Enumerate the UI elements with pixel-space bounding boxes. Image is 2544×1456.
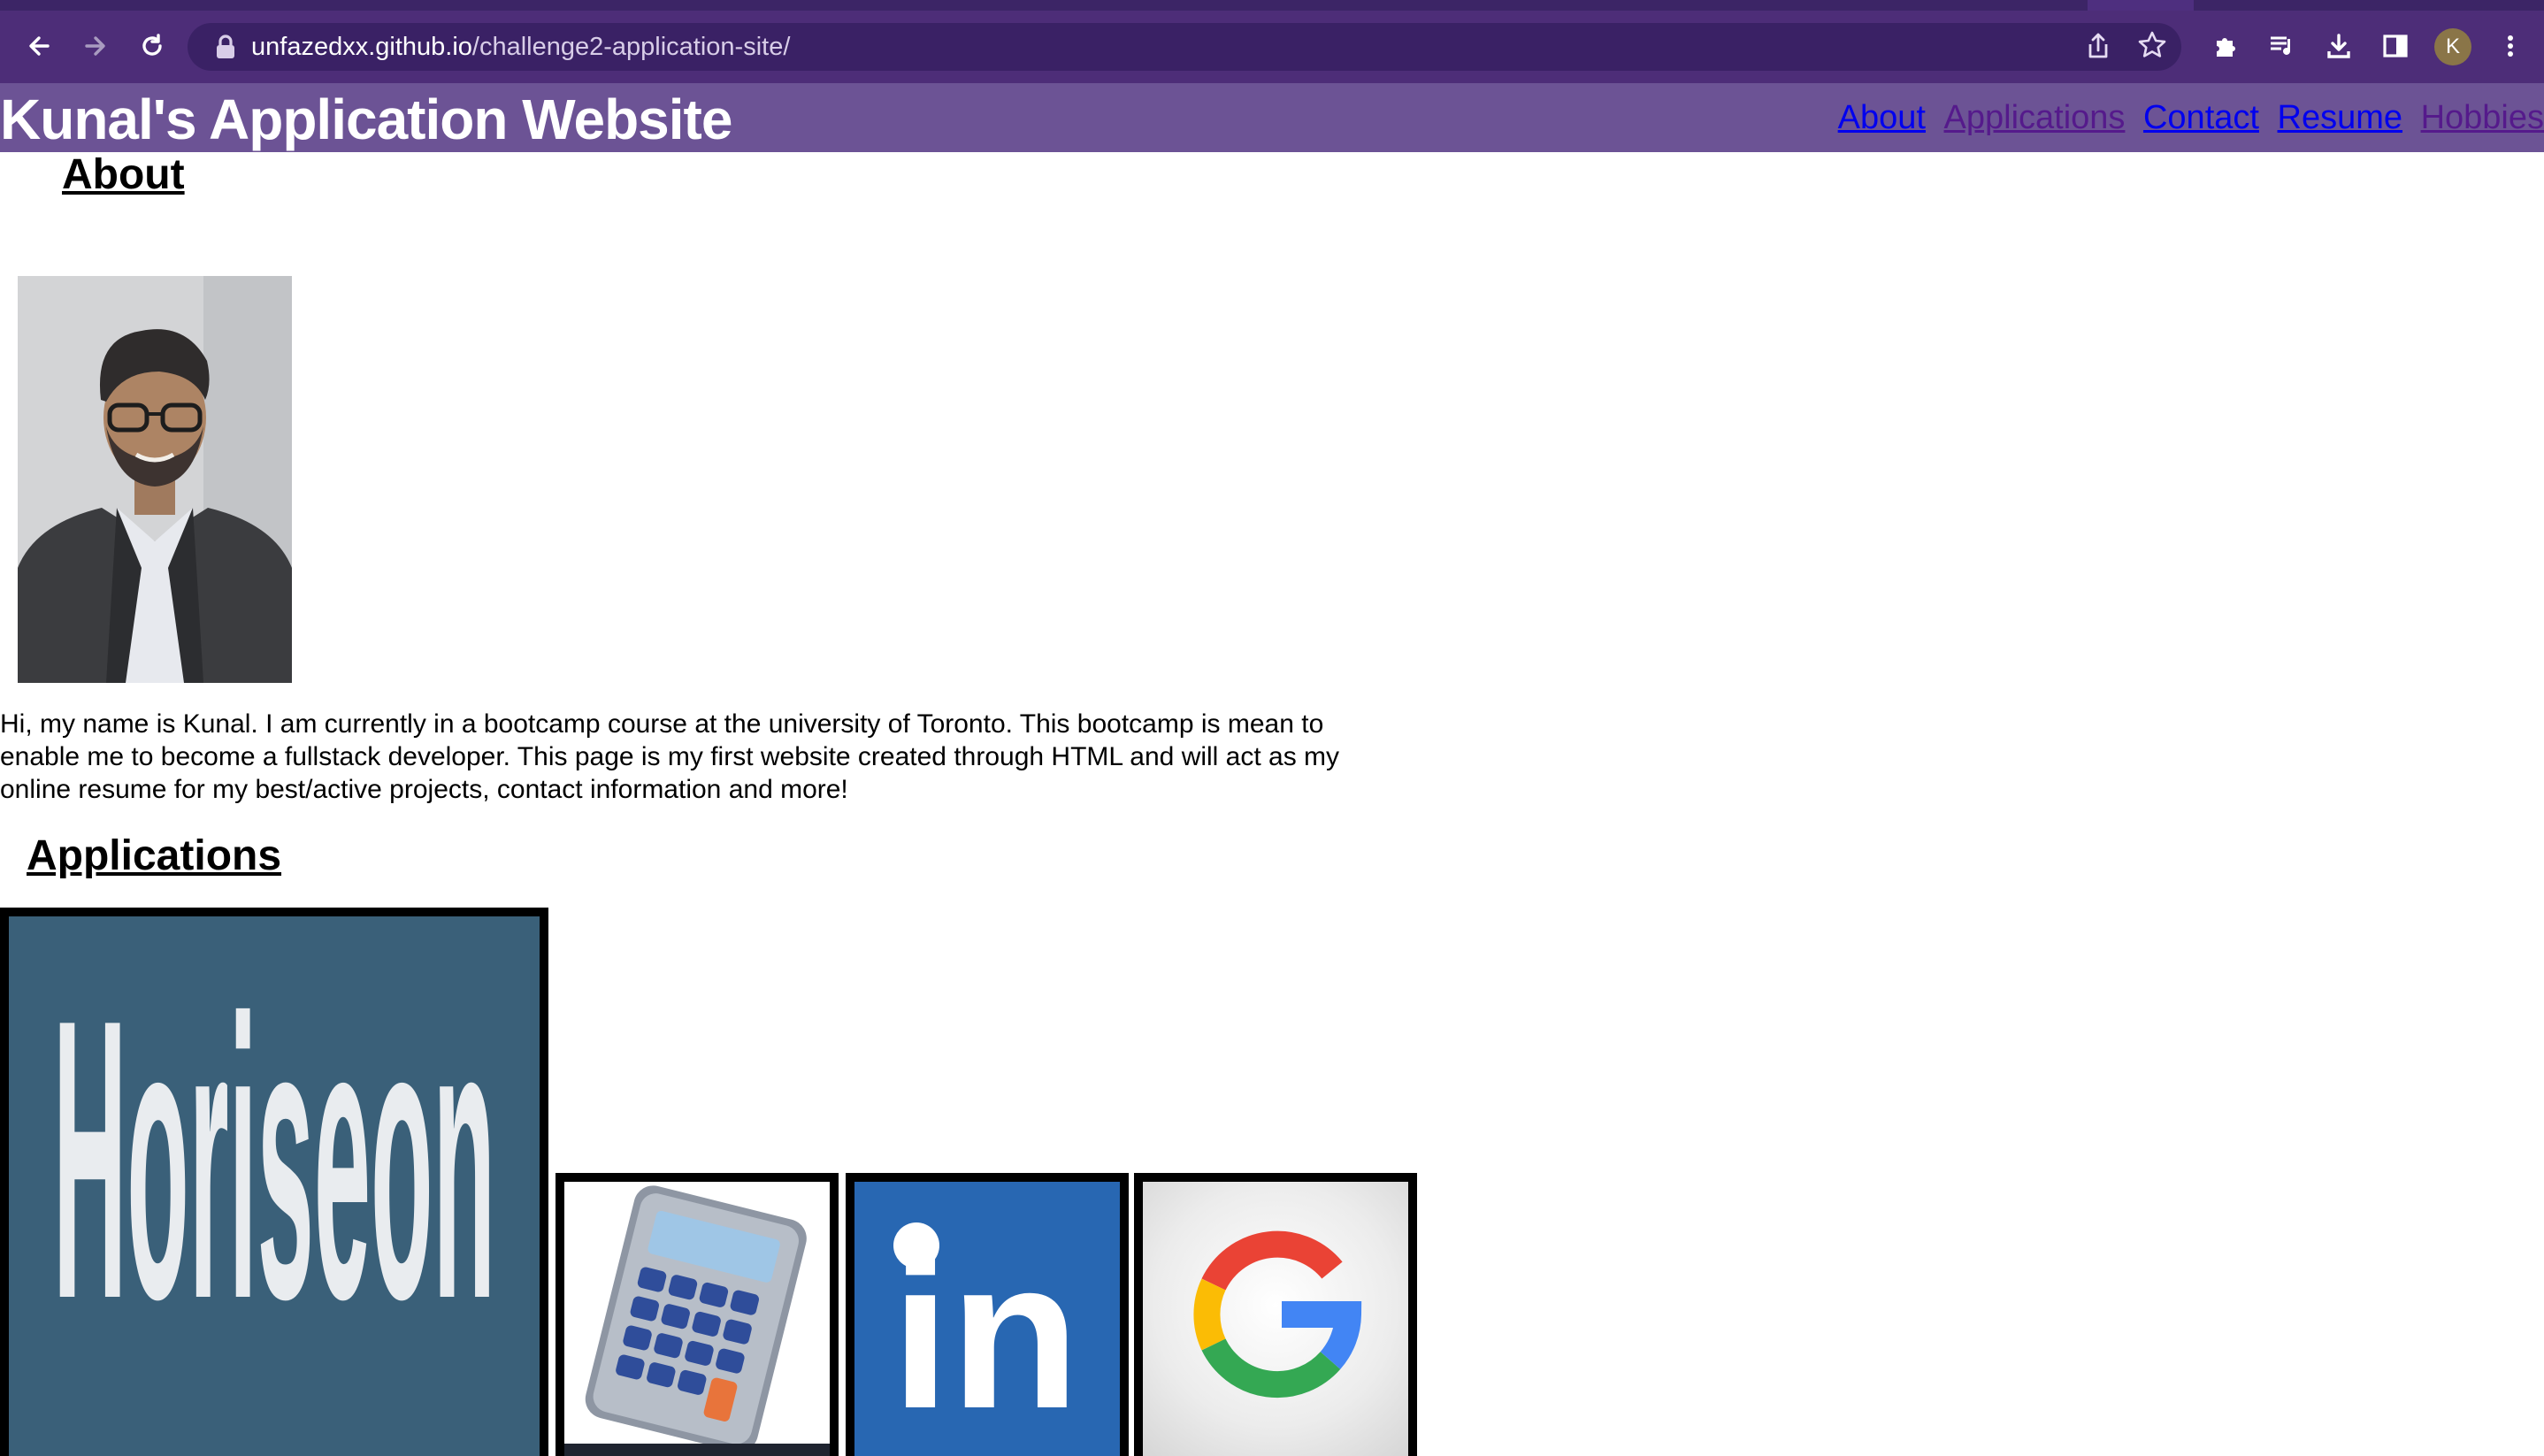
download-icon[interactable] [2319,32,2358,65]
star-icon[interactable] [2137,30,2167,68]
nav-link-applications[interactable]: Applications [1944,99,2126,136]
extensions-icon[interactable] [2206,32,2245,65]
nav-link-contact[interactable]: Contact [2143,99,2259,136]
horiseon-logo: Horiseon [53,938,495,1382]
about-heading: About [62,151,185,198]
site-nav: About Applications Contact Resume Hobbie… [1829,99,2544,137]
google-g-logo [1193,1230,1362,1399]
profile-photo [18,276,292,683]
app-card-google[interactable] [1134,1173,1417,1456]
app-card-linkedin[interactable]: in [846,1173,1129,1456]
applications-heading: Applications [27,832,282,879]
media-queue-icon[interactable] [2263,32,2302,65]
calculator-icon [564,1185,830,1456]
profile-avatar[interactable]: K [2434,28,2471,65]
about-paragraph: Hi, my name is Kunal. I am currently in … [0,709,1340,804]
browser-toolbar: unfazedxx.github.io/challenge2-applicati… [0,11,2544,83]
site-header: Kunal's Application Website About Applic… [0,83,2544,152]
linkedin-logo: in [891,1215,1079,1452]
side-panel-icon[interactable] [2376,32,2415,65]
nav-link-hobbies[interactable]: Hobbies [2421,99,2544,136]
lock-icon[interactable] [214,34,237,60]
url-text: unfazedxx.github.io/challenge2-applicati… [251,33,790,62]
nav-link-about[interactable]: About [1838,99,1926,136]
browser-tab-edge[interactable] [2088,0,2194,11]
share-icon[interactable] [2086,32,2111,67]
url-path: /challenge2-application-site/ [471,33,791,61]
site-title: Kunal's Application Website [0,88,732,151]
back-arrow-icon[interactable] [19,32,58,65]
nav-link-resume[interactable]: Resume [2278,99,2403,136]
app-card-calculator[interactable] [556,1173,839,1456]
url-host: unfazedxx.github.io [251,33,472,61]
kebab-menu-icon[interactable] [2491,32,2530,65]
address-bar[interactable]: unfazedxx.github.io/challenge2-applicati… [188,23,2181,71]
forward-arrow-icon[interactable] [76,32,115,65]
reload-icon[interactable] [133,32,172,65]
app-card-horiseon[interactable]: Horiseon [0,908,548,1456]
